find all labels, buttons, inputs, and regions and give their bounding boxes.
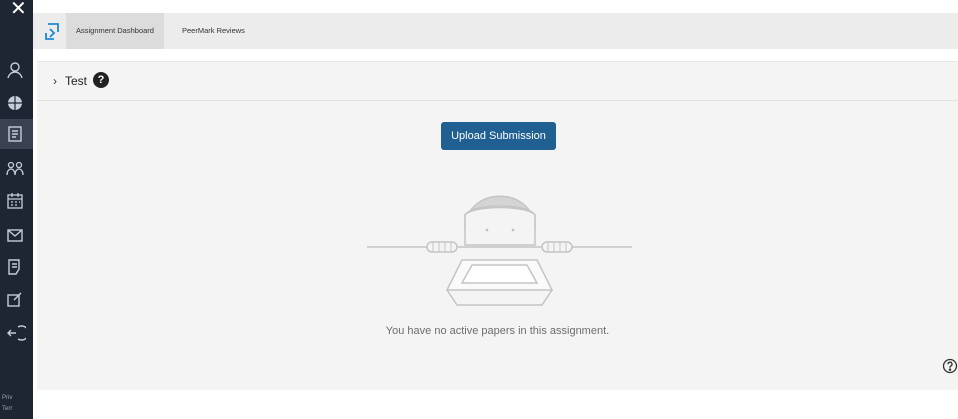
left-nav-sidebar: ✕ Priv Terr — [0, 0, 33, 419]
privacy-link[interactable]: Priv — [2, 395, 12, 401]
inbox-icon[interactable] — [4, 224, 26, 246]
empty-state-illustration — [367, 175, 632, 315]
assignments-icon[interactable] — [4, 123, 26, 145]
tab-peermark-reviews[interactable]: PeerMark Reviews — [172, 13, 255, 49]
globe-icon[interactable] — [4, 92, 26, 114]
user-icon[interactable] — [4, 59, 26, 81]
tab-assignment-dashboard[interactable]: Assignment Dashboard — [66, 13, 164, 49]
upload-submission-button[interactable]: Upload Submission — [441, 122, 556, 150]
help-icon[interactable]: ? — [93, 72, 109, 88]
grades-icon[interactable] — [4, 256, 26, 278]
assignment-panel: › Test ? Upload Submission You have no a… — [37, 61, 958, 390]
close-button[interactable]: ✕ — [0, 0, 33, 36]
floating-help-icon[interactable] — [942, 358, 958, 374]
calendar-icon[interactable] — [4, 190, 26, 212]
assignment-header: › Test ? — [37, 61, 958, 101]
turnitin-logo-icon — [44, 21, 62, 41]
empty-state-message: You have no active papers in this assign… — [385, 325, 610, 337]
terms-link[interactable]: Terr — [2, 406, 12, 412]
assignment-title[interactable]: Test — [65, 74, 87, 88]
logout-icon[interactable] — [4, 322, 30, 344]
edit-icon[interactable] — [4, 288, 26, 310]
top-tab-bar: Assignment Dashboard PeerMark Reviews — [33, 13, 958, 49]
chevron-right-icon[interactable]: › — [53, 74, 57, 88]
close-icon: ✕ — [10, 0, 27, 20]
groups-icon[interactable] — [4, 158, 26, 180]
